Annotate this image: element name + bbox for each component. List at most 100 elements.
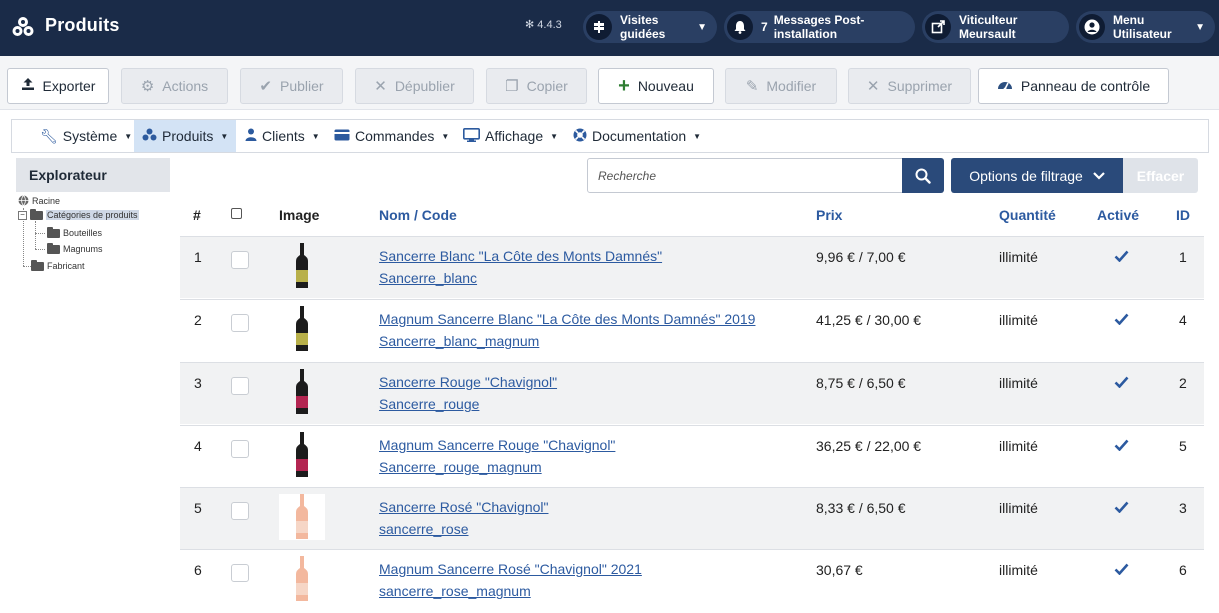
name-code-cell: Sancerre Rosé "Chavignol" sancerre_rose: [379, 496, 548, 540]
product-image: [279, 306, 325, 352]
product-code-link[interactable]: Sancerre_rouge: [379, 393, 557, 415]
edit-button[interactable]: ✎ Modifier: [725, 68, 837, 104]
guided-tours-label: Visites guidées: [620, 13, 666, 41]
tree-item-categories[interactable]: − Catégories de produits: [18, 208, 139, 220]
copy-label: Copier: [526, 78, 568, 94]
search-input[interactable]: Recherche: [587, 158, 903, 193]
menu-documentation[interactable]: Documentation ▼: [565, 120, 709, 152]
user-icon: [245, 128, 257, 144]
product-name-link[interactable]: Sancerre Blanc "La Côte des Monts Damnés…: [379, 245, 662, 267]
life-ring-icon: [573, 128, 587, 145]
filter-options-button[interactable]: Options de filtrage: [951, 158, 1123, 193]
row-number: 1: [194, 249, 202, 265]
user-icon: [1079, 14, 1105, 40]
price-cell: 8,33 € / 6,50 €: [816, 500, 906, 516]
menu-orders[interactable]: Commandes ▼: [326, 120, 457, 152]
times-icon: ✕: [374, 78, 387, 95]
name-code-cell: Magnum Sancerre Rosé "Chavignol" 2021 san…: [379, 558, 642, 602]
messages-count-badge: 7: [761, 20, 768, 34]
chevron-down-icon: ▼: [697, 21, 707, 33]
tree-item-root[interactable]: Racine: [18, 195, 60, 206]
menu-products[interactable]: Produits ▼: [134, 120, 237, 152]
menu-system[interactable]: 🔧︎ Système ▼: [32, 120, 140, 152]
col-quantity-sort[interactable]: Quantité: [999, 207, 1056, 223]
menu-documentation-label: Documentation: [592, 128, 687, 144]
tree-categories-label: Catégories de produits: [46, 210, 139, 220]
caret-down-icon: ▼: [311, 131, 320, 141]
active-check-icon[interactable]: [1114, 375, 1129, 392]
product-name-link[interactable]: Sancerre Rosé "Chavignol": [379, 496, 548, 518]
active-check-icon[interactable]: [1114, 438, 1129, 455]
col-price-sort[interactable]: Prix: [816, 207, 842, 223]
product-code-link[interactable]: sancerre_rose: [379, 518, 548, 540]
dashboard-button[interactable]: Panneau de contrôle: [978, 68, 1169, 104]
tree-item-magnums[interactable]: Magnums: [47, 242, 103, 254]
unpublish-button[interactable]: ✕ Dépublier: [355, 68, 474, 104]
edit-label: Modifier: [766, 78, 817, 94]
gauge-icon: [997, 77, 1013, 95]
collapse-toggle-icon[interactable]: −: [18, 210, 27, 220]
user-menu-button[interactable]: Menu Utilisateur ▼: [1076, 11, 1215, 43]
globe-icon: [18, 195, 29, 206]
product-image: [279, 243, 325, 289]
tree-root-label: Racine: [32, 195, 61, 206]
product-code-link[interactable]: Sancerre_blanc: [379, 267, 662, 289]
active-check-icon[interactable]: [1114, 312, 1129, 329]
view-site-button[interactable]: Viticulteur Meursault: [922, 11, 1069, 43]
price-cell: 30,67 €: [816, 562, 863, 578]
tree-line: [35, 233, 45, 234]
row-checkbox[interactable]: [231, 564, 249, 582]
delete-button[interactable]: ✕ Supprimer: [848, 68, 971, 104]
export-label: Exporter: [42, 78, 96, 94]
product-name-link[interactable]: Magnum Sancerre Rouge "Chavignol": [379, 434, 615, 456]
product-name-link[interactable]: Sancerre Rouge "Chavignol": [379, 371, 557, 393]
guided-tours-button[interactable]: Visites guidées ▼: [583, 11, 717, 43]
clear-filters-button[interactable]: Effacer: [1123, 158, 1198, 193]
row-checkbox[interactable]: [231, 314, 249, 332]
col-name-code-sort[interactable]: Nom / Code: [379, 207, 457, 223]
row-checkbox[interactable]: [231, 377, 249, 395]
col-image: Image: [279, 207, 320, 223]
product-code-link[interactable]: Sancerre_rouge_magnum: [379, 456, 615, 478]
search-button[interactable]: [902, 158, 944, 193]
row-checkbox[interactable]: [231, 440, 249, 458]
wrench-icon: 🔧︎: [40, 127, 58, 144]
menu-display[interactable]: Affichage ▼: [455, 120, 566, 152]
tree-line: [35, 249, 45, 250]
active-check-icon[interactable]: [1114, 562, 1129, 579]
product-name-link[interactable]: Magnum Sancerre Rosé "Chavignol" 2021: [379, 558, 642, 580]
post-install-messages-button[interactable]: 7 Messages Post-installation: [724, 11, 915, 43]
select-all-checkbox[interactable]: [231, 208, 242, 219]
name-code-cell: Magnum Sancerre Rouge "Chavignol" Sancerr…: [379, 434, 615, 478]
copy-button[interactable]: ❐ Copier: [486, 68, 587, 104]
publish-button[interactable]: ✔ Publier: [240, 68, 343, 104]
table-row: 3 Sancerre Rouge "Chavignol" Sancerre_roug…: [180, 362, 1204, 424]
col-id-sort[interactable]: ID: [1176, 207, 1190, 223]
caret-down-icon: ▼: [693, 131, 702, 141]
row-checkbox[interactable]: [231, 251, 249, 269]
quantity-cell: illimité: [999, 500, 1038, 516]
tree-line: [23, 266, 31, 267]
menu-customers[interactable]: Clients ▼: [237, 120, 328, 152]
row-number: 2: [194, 312, 202, 328]
active-check-icon[interactable]: [1114, 500, 1129, 517]
product-name-link[interactable]: Magnum Sancerre Blanc "La Côte des Monts…: [379, 308, 755, 330]
name-code-cell: Sancerre Blanc "La Côte des Monts Damnés…: [379, 245, 662, 289]
menu-system-label: Système: [62, 128, 118, 144]
tree-item-bottles[interactable]: Bouteilles: [47, 226, 102, 238]
quantity-cell: illimité: [999, 375, 1038, 391]
new-label: Nouveau: [637, 78, 694, 94]
table-header: # Image Nom / Code Prix Quantité Activé …: [180, 196, 1204, 236]
active-check-icon[interactable]: [1114, 249, 1129, 266]
upload-icon: [21, 77, 35, 95]
col-active-sort[interactable]: Activé: [1097, 207, 1139, 223]
price-cell: 41,25 € / 30,00 €: [816, 312, 922, 328]
new-button[interactable]: + Nouveau: [598, 68, 714, 104]
row-checkbox[interactable]: [231, 502, 249, 520]
product-code-link[interactable]: Sancerre_blanc_magnum: [379, 330, 755, 352]
product-code-link[interactable]: sancerre_rose_magnum: [379, 580, 642, 602]
joomla-version: ✻ 4.4.3: [525, 18, 562, 31]
export-button[interactable]: Exporter: [7, 68, 109, 104]
actions-button[interactable]: ⚙ Actions: [121, 68, 228, 104]
tree-item-manufacturer[interactable]: Fabricant: [31, 259, 85, 271]
